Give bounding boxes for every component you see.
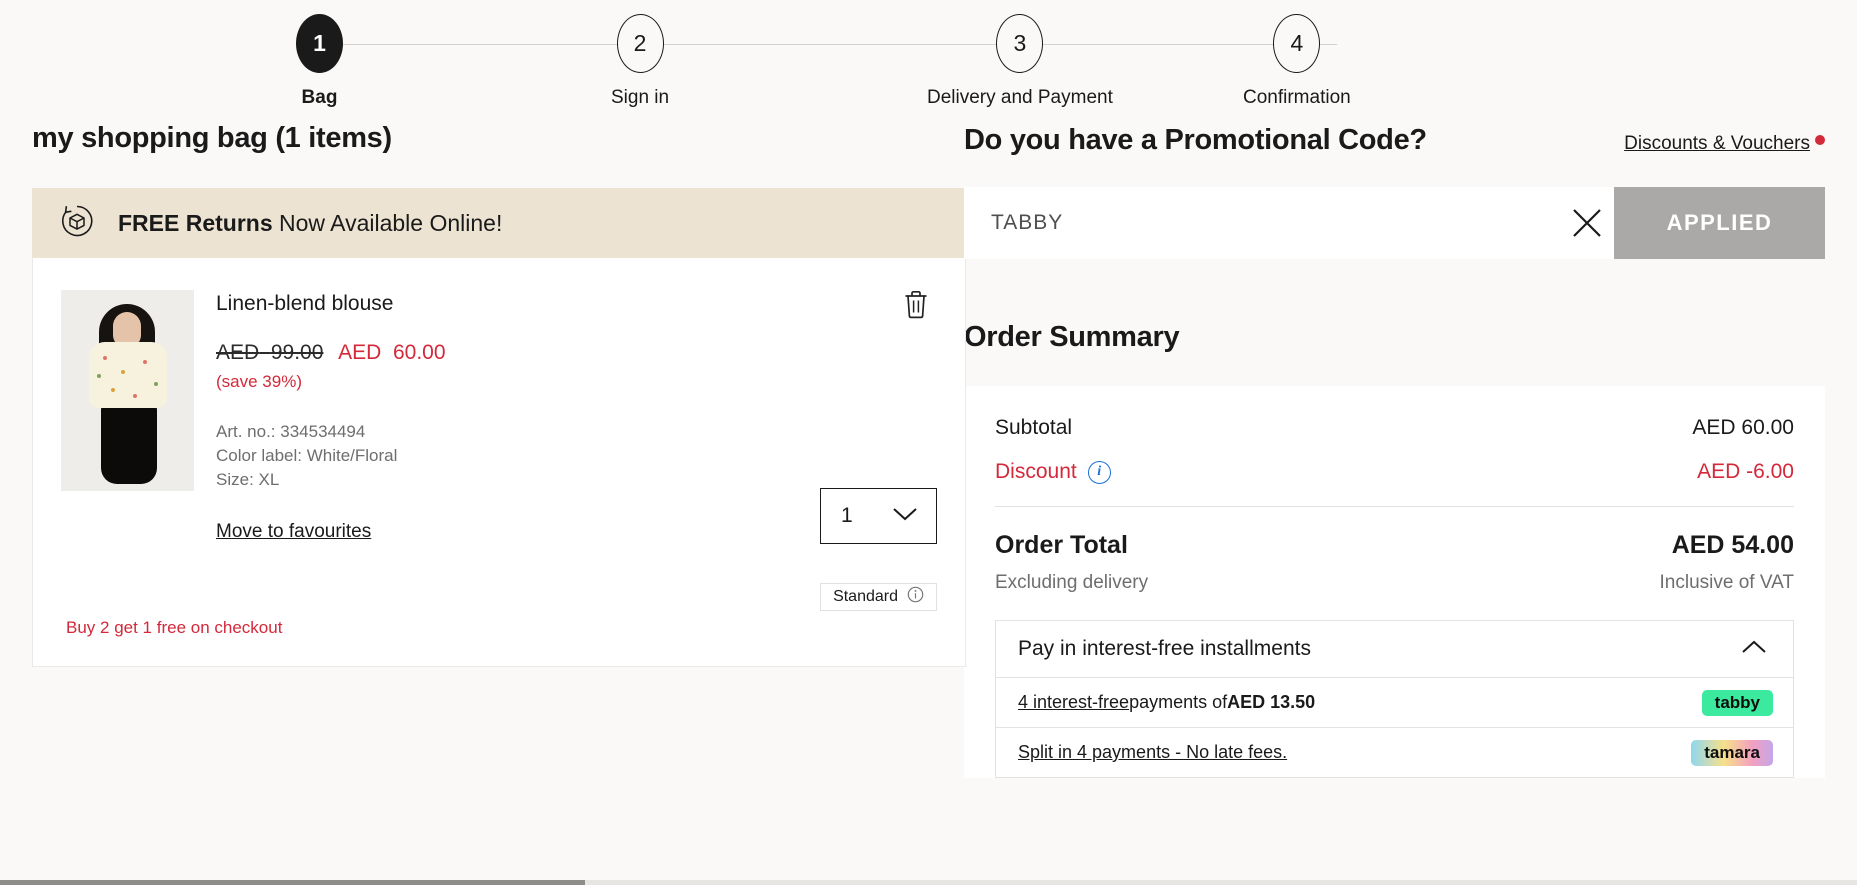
inclusive-vat-note: Inclusive of VAT xyxy=(1659,572,1794,593)
step-label: Sign in xyxy=(611,87,670,108)
returns-box-icon xyxy=(58,202,96,245)
chevron-up-icon xyxy=(1741,637,1767,661)
bag-item-main: Linen-blend blouse AED 99.00 AED 60.00 (… xyxy=(61,290,937,543)
installments-header[interactable]: Pay in interest-free installments xyxy=(996,621,1793,677)
horizontal-scrollbar[interactable] xyxy=(0,880,1857,885)
checkout-page: 1 Bag 2 Sign in 3 Delivery and Payment 4… xyxy=(0,0,1857,885)
installment-option-tamara[interactable]: Split in 4 payments - No late fees. tama… xyxy=(996,727,1793,777)
chevron-down-icon xyxy=(892,504,918,528)
summary-divider xyxy=(995,506,1794,507)
tabby-link-text[interactable]: 4 interest-free xyxy=(1018,692,1129,713)
order-total-row: Order Total AED 54.00 xyxy=(995,531,1794,560)
product-color-label: Color label: White/Floral xyxy=(216,446,398,466)
info-icon[interactable] xyxy=(907,586,924,608)
step-label: Bag xyxy=(301,87,338,108)
tabby-mid-text: payments of xyxy=(1129,692,1228,712)
page-title: my shopping bag (1 items) xyxy=(32,122,392,154)
discount-info-icon[interactable]: i xyxy=(1087,460,1111,484)
step-label: Delivery and Payment xyxy=(927,87,1113,108)
product-name[interactable]: Linen-blend blouse xyxy=(216,292,937,316)
product-art-no: Art. no.: 334534494 xyxy=(216,422,366,441)
stepper-track xyxy=(343,44,1337,45)
notification-dot-icon xyxy=(1815,135,1825,145)
order-summary-box: Subtotal AED 60.00 Discount i AED -6.00 … xyxy=(964,386,1825,778)
stepper-step-delivery-payment[interactable]: 3 Delivery and Payment xyxy=(927,14,1113,109)
item-promotion-note: Buy 2 get 1 free on checkout xyxy=(66,618,283,637)
step-number-bubble: 1 xyxy=(296,14,343,73)
scrollbar-thumb[interactable] xyxy=(0,880,585,885)
discounts-vouchers-link[interactable]: Discounts & Vouchers xyxy=(1624,133,1810,155)
promo-title: Do you have a Promotional Code? xyxy=(964,124,1427,156)
discount-label: Discount xyxy=(995,460,1077,483)
bag-item-card: Linen-blend blouse AED 99.00 AED 60.00 (… xyxy=(32,258,966,667)
order-total-value: AED 54.00 xyxy=(1671,531,1794,559)
tamara-logo: tamara xyxy=(1691,739,1773,766)
product-price-row: AED 99.00 AED 60.00 xyxy=(216,341,937,365)
discount-value: AED -6.00 xyxy=(1697,460,1794,483)
checkout-columns: my shopping bag (1 items) FREE Returns N… xyxy=(0,122,1857,778)
tamara-link-text[interactable]: Split in 4 payments - No late fees. xyxy=(1018,742,1287,763)
returns-strong-text: FREE Returns xyxy=(118,209,273,236)
installment-option-tabby[interactable]: 4 interest-free payments of AED 13.50 ta… xyxy=(996,677,1793,727)
checkout-stepper: 1 Bag 2 Sign in 3 Delivery and Payment 4… xyxy=(0,0,1857,122)
summary-column: Do you have a Promotional Code? Discount… xyxy=(964,122,1825,778)
promo-input-wrap xyxy=(964,187,1560,259)
move-to-favourites-link[interactable]: Move to favourites xyxy=(216,521,371,543)
order-total-notes: Excluding delivery Inclusive of VAT xyxy=(995,572,1794,594)
trash-icon[interactable] xyxy=(901,288,931,320)
bag-column: my shopping bag (1 items) FREE Returns N… xyxy=(32,122,966,778)
quantity-value: 1 xyxy=(841,504,853,527)
free-returns-banner: FREE Returns Now Available Online! xyxy=(32,188,966,258)
price-save-label: (save 39%) xyxy=(216,372,302,391)
returns-banner-text: FREE Returns Now Available Online! xyxy=(118,210,502,237)
price-current: AED 60.00 xyxy=(338,341,446,364)
order-summary-title: Order Summary xyxy=(964,321,1180,353)
order-total-label: Order Total xyxy=(995,531,1128,559)
subtotal-value: AED 60.00 xyxy=(1692,416,1794,439)
excluding-delivery-note: Excluding delivery xyxy=(995,572,1149,593)
step-number-bubble: 2 xyxy=(616,14,664,73)
summary-row-discount: Discount i AED -6.00 xyxy=(995,460,1794,484)
step-number-bubble: 4 xyxy=(1273,14,1321,73)
subtotal-label: Subtotal xyxy=(995,416,1073,439)
stepper-step-confirmation[interactable]: 4 Confirmation xyxy=(1243,14,1351,109)
promo-code-row: APPLIED xyxy=(964,187,1825,259)
returns-rest-text: Now Available Online! xyxy=(272,209,503,236)
shipping-type-badge[interactable]: Standard xyxy=(820,583,937,611)
discounts-vouchers-wrap: Discounts & Vouchers xyxy=(1624,133,1825,155)
promo-code-input[interactable] xyxy=(991,211,1560,235)
apply-promo-button[interactable]: APPLIED xyxy=(1614,187,1825,259)
step-number-bubble: 3 xyxy=(996,14,1044,73)
product-thumbnail[interactable] xyxy=(61,290,194,491)
promo-header: Do you have a Promotional Code? Discount… xyxy=(964,122,1825,157)
installments-header-label: Pay in interest-free installments xyxy=(1018,637,1311,660)
tabby-logo: tabby xyxy=(1701,689,1773,716)
quantity-select[interactable]: 1 xyxy=(820,488,937,544)
tabby-amount: AED 13.50 xyxy=(1227,692,1316,712)
step-label: Confirmation xyxy=(1243,87,1351,108)
summary-row-subtotal: Subtotal AED 60.00 xyxy=(995,416,1794,440)
shipping-type-label: Standard xyxy=(833,588,898,605)
stepper-step-signin[interactable]: 2 Sign in xyxy=(611,14,669,109)
price-original: AED 99.00 xyxy=(216,341,324,364)
stepper-step-bag[interactable]: 1 Bag xyxy=(296,14,343,109)
close-icon[interactable] xyxy=(1560,187,1614,259)
installments-panel: Pay in interest-free installments 4 inte… xyxy=(995,620,1794,778)
